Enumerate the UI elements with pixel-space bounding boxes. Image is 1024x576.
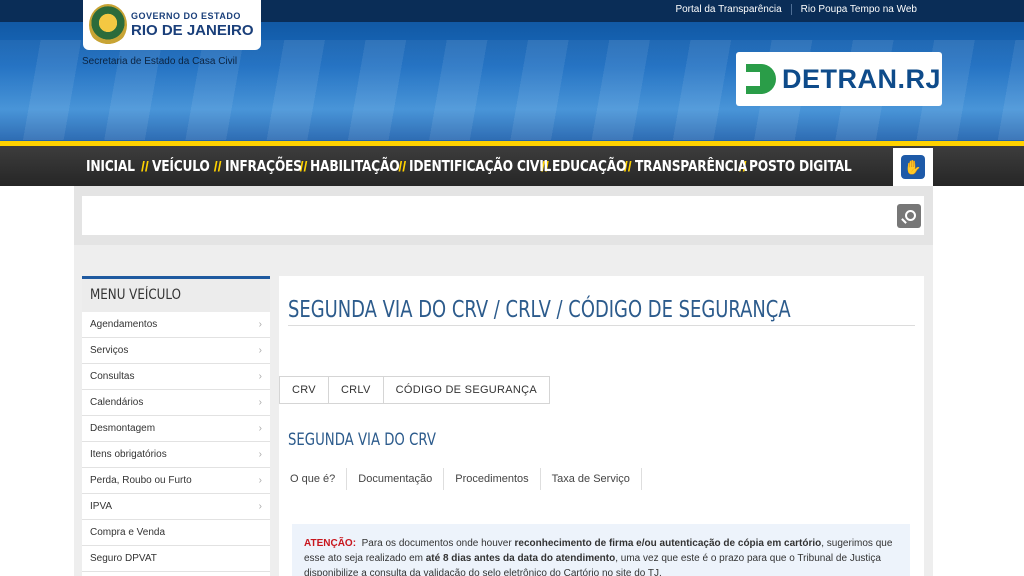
chevron-right-icon: › — [258, 345, 262, 356]
accessibility-button[interactable]: ✋ — [893, 148, 933, 186]
detran-logo[interactable]: DETRAN.RJ — [736, 52, 942, 106]
notice-bold-2: até 8 dias antes da data do atendimento — [425, 553, 616, 564]
sidebar-item-label: Serviços — [90, 345, 129, 356]
page-title: SEGUNDA VIA DO CRV / CRLV / CÓDIGO DE SE… — [288, 297, 791, 323]
tab-codigo-seguranca[interactable]: CÓDIGO DE SEGURANÇA — [383, 376, 551, 404]
nav-item-transparencia[interactable]: TRANSPARÊNCIA — [635, 157, 747, 175]
document-tabs: CRV CRLV CÓDIGO DE SEGURANÇA — [279, 376, 551, 404]
sidebar-item-label: Itens obrigatórios — [90, 449, 167, 460]
sidebar-item-perda-roubo-furto[interactable]: Perda, Roubo ou Furto › — [82, 468, 270, 494]
nav-item-identificacao-civil[interactable]: IDENTIFICAÇÃO CIVIL — [409, 157, 551, 175]
nav-item-veiculo[interactable]: VEÍCULO — [152, 157, 210, 175]
nav-separator: // — [398, 158, 407, 174]
main-content: SEGUNDA VIA DO CRV / CRLV / CÓDIGO DE SE… — [279, 276, 924, 576]
sidebar-item-label: Compra e Venda — [90, 527, 166, 538]
nav-item-inicial[interactable]: INICIAL — [86, 157, 135, 175]
search-input[interactable] — [82, 196, 924, 235]
sidebar-item-servicos[interactable]: Serviços › — [82, 338, 270, 364]
sidebar-title: MENU VEÍCULO — [82, 276, 270, 312]
sidebar-item-label: Perda, Roubo ou Furto — [90, 475, 192, 486]
notice-text-1: Para os documentos onde houver — [361, 538, 515, 549]
detran-mark-icon — [746, 64, 776, 94]
subtab-o-que-e[interactable]: O que é? — [281, 468, 348, 490]
notice-label: ATENÇÃO: — [304, 538, 357, 549]
nav-item-infracoes[interactable]: INFRAÇÕES — [225, 157, 302, 175]
search-icon — [904, 209, 916, 221]
link-rio-poupa-tempo[interactable]: Rio Poupa Tempo na Web — [790, 4, 926, 15]
sidebar-item-agendamentos[interactable]: Agendamentos › — [82, 312, 270, 338]
gov-logo-line1: GOVERNO DO ESTADO — [131, 11, 241, 21]
chevron-right-icon: › — [258, 371, 262, 382]
title-divider — [288, 325, 915, 326]
gov-subtitle: Secretaria de Estado da Casa Civil — [82, 56, 238, 67]
sidebar-item-desmontagem[interactable]: Desmontagem › — [82, 416, 270, 442]
subtab-procedimentos[interactable]: Procedimentos — [444, 468, 541, 490]
gov-logo-text: GOVERNO DO ESTADO RIO DE JANEIRO — [131, 11, 254, 39]
section-title: SEGUNDA VIA DO CRV — [288, 430, 436, 450]
sidebar-item-label: Desmontagem — [90, 423, 156, 434]
sidebar-item-consultas[interactable]: Consultas › — [82, 364, 270, 390]
sidebar-item-compra-venda[interactable]: Compra e Venda — [82, 520, 270, 546]
sidebar-item-itens-obrigatorios[interactable]: Itens obrigatórios › — [82, 442, 270, 468]
gov-logo-line2: RIO DE JANEIRO — [131, 22, 254, 39]
sidebar-item-ipva[interactable]: IPVA › — [82, 494, 270, 520]
top-links: Portal da Transparência Rio Poupa Tempo … — [666, 4, 926, 15]
sidebar-menu: MENU VEÍCULO Agendamentos › Serviços › C… — [82, 276, 270, 576]
notice-bold-1: reconhecimento de firma e/ou autenticaçã… — [514, 538, 822, 549]
chevron-right-icon: › — [258, 423, 262, 434]
chevron-right-icon: › — [258, 501, 262, 512]
nav-separator: // — [213, 158, 222, 174]
main-nav: INICIAL // VEÍCULO // INFRAÇÕES // HABIL… — [0, 146, 1024, 186]
chevron-right-icon: › — [258, 397, 262, 408]
detran-logo-text: DETRAN.RJ — [782, 63, 942, 94]
search-button[interactable] — [897, 204, 921, 228]
nav-item-educacao[interactable]: EDUCAÇÃO — [552, 157, 626, 175]
nav-item-habilitacao[interactable]: HABILITAÇÃO — [310, 157, 400, 175]
subtab-documentacao[interactable]: Documentação — [347, 468, 445, 490]
tab-crlv[interactable]: CRLV — [328, 376, 384, 404]
chevron-right-icon: › — [258, 319, 262, 330]
sidebar-item-label: Seguro DPVAT — [90, 553, 157, 564]
nav-separator: // — [141, 158, 149, 174]
sidebar-item-label: Consultas — [90, 371, 135, 382]
gov-rj-logo[interactable]: GOVERNO DO ESTADO RIO DE JANEIRO — [83, 0, 261, 50]
sidebar-item-label: Calendários — [90, 397, 144, 408]
nav-items: INICIAL // VEÍCULO // INFRAÇÕES // HABIL… — [86, 146, 852, 186]
site-header: Portal da Transparência Rio Poupa Tempo … — [0, 0, 1024, 146]
sign-language-icon: ✋ — [901, 155, 925, 179]
attention-notice: ATENÇÃO: Para os documentos onde houver … — [292, 524, 910, 576]
sidebar-item-label: Agendamentos — [90, 319, 158, 330]
section-subtabs: O que é? Documentação Procedimentos Taxa… — [281, 468, 642, 490]
chevron-right-icon: › — [258, 475, 262, 486]
nav-item-posto-digital[interactable]: POSTO DIGITAL — [749, 157, 852, 175]
sidebar-item-calendarios[interactable]: Calendários › — [82, 390, 270, 416]
subtab-taxa-servico[interactable]: Taxa de Serviço — [541, 468, 642, 490]
sidebar-item-label: IPVA — [90, 501, 113, 512]
link-portal-transparencia[interactable]: Portal da Transparência — [666, 4, 790, 15]
rj-coat-of-arms-icon — [89, 4, 127, 46]
chevron-right-icon: › — [258, 449, 262, 460]
sidebar-item-seguro-dpvat[interactable]: Seguro DPVAT — [82, 546, 270, 572]
tab-crv[interactable]: CRV — [279, 376, 329, 404]
